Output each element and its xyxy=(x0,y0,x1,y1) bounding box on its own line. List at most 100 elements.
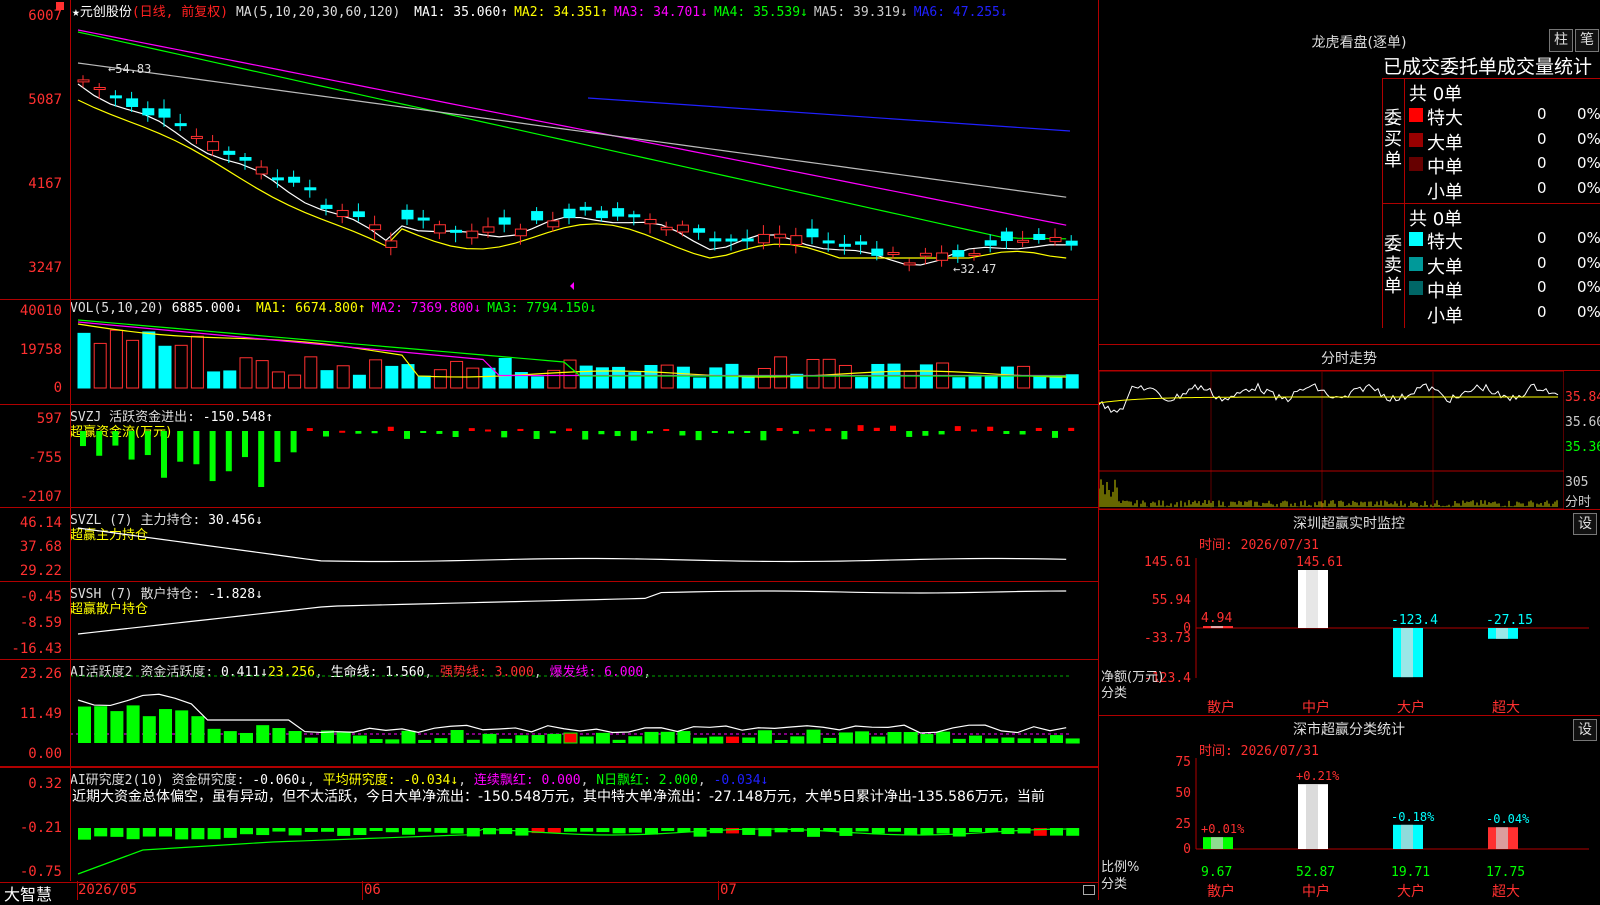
category-bar xyxy=(1298,784,1328,849)
volume-bar xyxy=(142,331,156,389)
sz-monitor-panel[interactable]: 深圳超赢实时监控 设 时间: 2026/07/31 4.94 散户 145.61 中户… xyxy=(1099,510,1600,716)
candle xyxy=(984,240,997,246)
candle xyxy=(709,238,722,242)
intraday-title: 分时走势 xyxy=(1321,351,1377,367)
research-bar xyxy=(223,828,237,838)
order-color-swatch xyxy=(1409,181,1423,196)
svsh-canvas[interactable] xyxy=(70,582,1098,659)
activity-bar xyxy=(547,733,562,744)
volume-bar xyxy=(1017,365,1031,389)
volume-bar xyxy=(433,369,447,389)
candle xyxy=(871,248,884,256)
activity-bar xyxy=(709,736,724,744)
activity-bar xyxy=(563,732,578,744)
order-row: 特大 0 0% xyxy=(1407,228,1600,253)
research-bar xyxy=(110,828,124,837)
candle xyxy=(77,79,90,83)
kline-pane[interactable]: ★元创股份(日线, 前复权) MA(5,10,20,30,60,120) MA1… xyxy=(0,0,1098,300)
candle xyxy=(450,229,463,233)
fund-flow-bar xyxy=(647,431,653,434)
intraday-panel[interactable]: 分时走势 35.84 35.60 35.36 305 分时 xyxy=(1099,345,1600,510)
research-bar xyxy=(871,828,885,834)
sz-stats-panel[interactable]: 深市超赢分类统计 设 时间: 2026/07/31 9.67 散户 52.87 中户 1… xyxy=(1099,716,1600,900)
category-bar xyxy=(1393,824,1423,849)
volume-canvas[interactable] xyxy=(70,316,1098,404)
kline-menu-icon[interactable] xyxy=(56,2,64,10)
intraday-canvas[interactable] xyxy=(1099,371,1564,509)
fund-flow-bar xyxy=(420,431,427,433)
order-row: 特大 0 0% xyxy=(1407,104,1600,129)
research-bar xyxy=(628,828,642,833)
fund-flow-bar xyxy=(630,431,637,441)
fund-flow-bar xyxy=(468,428,475,431)
sell-order-label: 委卖单 xyxy=(1384,234,1402,297)
volume-bar xyxy=(385,365,399,389)
candle xyxy=(903,262,916,266)
order-row: 小单 0 0% xyxy=(1407,178,1600,203)
candle xyxy=(417,217,430,221)
order-percent: 0% xyxy=(1577,302,1600,321)
svzj-ytick: -2107 xyxy=(19,489,62,505)
kline-ytick: 6007 xyxy=(28,8,62,24)
volume-pane[interactable]: VOL(5,10,20) 6885.000↓ MA1: 6674.800↑ MA2… xyxy=(0,300,1098,405)
intraday-ytick: 35.60 xyxy=(1565,415,1600,430)
category-label: 大户 xyxy=(1397,883,1425,900)
research-bar xyxy=(580,828,594,832)
svzl-canvas[interactable] xyxy=(70,508,1098,581)
activity-bar xyxy=(434,738,448,743)
main-chart-area[interactable]: ★元创股份(日线, 前复权) MA(5,10,20,30,60,120) MA1… xyxy=(0,0,1099,904)
brand-label[interactable]: 大智慧 xyxy=(4,881,52,905)
activity-bar xyxy=(757,730,772,744)
order-color-swatch xyxy=(1409,108,1423,122)
buy-order-label: 委买单 xyxy=(1384,108,1402,171)
activity-bar xyxy=(920,734,934,743)
research-bar xyxy=(547,828,561,833)
ai1-canvas[interactable] xyxy=(70,660,1098,766)
activity-bar xyxy=(579,736,594,744)
kline-canvas[interactable] xyxy=(70,18,1098,298)
volume-bar xyxy=(1000,366,1014,389)
svsh-pane[interactable]: SVSH (7) 散户持仓: -1.828↓ 超赢散户持仓 -0.45 -8.5… xyxy=(0,582,1098,660)
candle xyxy=(142,108,155,116)
candle xyxy=(612,208,625,217)
research-bar xyxy=(661,828,675,832)
volume-bar xyxy=(693,377,707,389)
svsh-ytick: -8.59 xyxy=(19,615,62,631)
sz-monitor-settings-button[interactable]: 设 xyxy=(1573,513,1597,535)
bar-value-label: 4.94 xyxy=(1201,611,1232,626)
research-bar xyxy=(434,828,448,833)
vol-ytick: 0 xyxy=(53,380,62,396)
lock-icon[interactable] xyxy=(1083,885,1095,895)
activity-bar xyxy=(418,739,432,743)
category-label: 中户 xyxy=(1302,883,1330,900)
ma2-line xyxy=(77,99,1067,259)
volume-bar xyxy=(77,332,91,389)
intraday-ytick: 35.84 xyxy=(1565,390,1600,405)
volume-bar xyxy=(304,356,318,389)
svzj-canvas[interactable] xyxy=(70,405,1098,507)
main-holding-line xyxy=(77,527,1067,563)
vol-ma-value: MA1: 6674.800↑ xyxy=(256,301,366,316)
change-label: -0.04% xyxy=(1486,812,1530,826)
ai2-canvas[interactable] xyxy=(70,804,1098,882)
kline-ytick: 5087 xyxy=(28,92,62,108)
chart-ytick: -33.73 xyxy=(1144,631,1191,646)
activity-bar xyxy=(531,735,545,743)
bar-value-label: -123.4 xyxy=(1391,613,1438,628)
chart-ytick: 50 xyxy=(1175,786,1191,801)
order-percent: 0% xyxy=(1577,178,1600,197)
ai-activity-pane[interactable]: AI活跃度2 资金活跃度: 0.411↓23.256, 生命线: 1.560, … xyxy=(0,660,1098,767)
svzl-pane[interactable]: SVZL (7) 主力持仓: 30.456↓ 超赢主力持仓 46.14 37.6… xyxy=(0,508,1098,582)
candle xyxy=(579,206,592,211)
candle xyxy=(547,220,560,228)
tick-mode-button[interactable]: 笔 xyxy=(1575,29,1599,52)
candle xyxy=(919,252,932,257)
svzj-pane[interactable]: SVZJ 活跃资金进出: -150.548↑ 超赢资金流(万元) 597 -75… xyxy=(0,405,1098,508)
order-type: 中单 xyxy=(1427,157,1463,178)
bar-mode-button[interactable]: 柱 xyxy=(1549,29,1573,52)
sz-stats-settings-button[interactable]: 设 xyxy=(1573,719,1597,741)
candle xyxy=(304,187,317,191)
longhu-panel[interactable]: 龙虎看盘(逐单) 柱 笔 已成交委托单成交量统计 委买单 委卖单 共 0单 共 … xyxy=(1099,0,1600,345)
ai-research-pane[interactable]: AI研究度2(10) 资金研究度: -0.060↓, 平均研究度: -0.034… xyxy=(0,767,1098,883)
fund-flow-bar xyxy=(614,431,621,437)
